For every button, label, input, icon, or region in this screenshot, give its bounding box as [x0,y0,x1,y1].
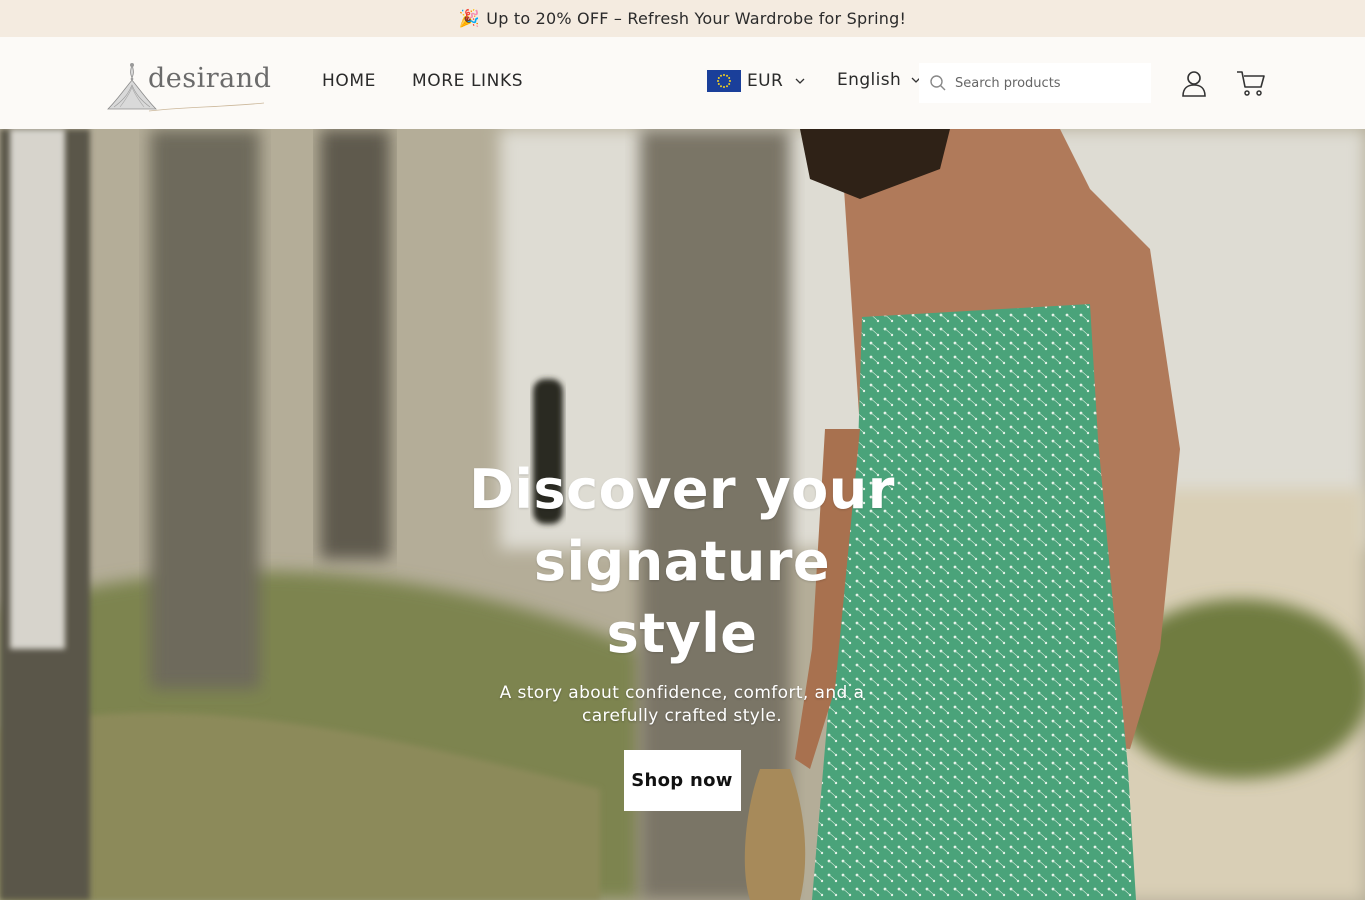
hero-title: Discover your signature style [452,454,912,670]
search-input[interactable] [955,75,1145,91]
user-icon [1182,71,1206,97]
eu-flag-icon [707,70,741,92]
logo-text: desirand [148,63,272,94]
hero-title-line-1: Discover your [469,458,895,521]
search-box [919,63,1151,103]
site-header: desirand HOME MORE LINKS EUR English [0,37,1365,129]
currency-selector[interactable]: EUR [707,70,805,92]
nav-more-links[interactable]: MORE LINKS [412,71,523,91]
search-icon[interactable] [929,74,947,92]
currency-label: EUR [747,71,784,91]
main-nav: HOME MORE LINKS [322,71,523,91]
party-popper-icon: 🎉 [458,8,481,29]
chevron-down-icon [795,78,805,84]
language-label: English [837,70,902,90]
announcement-text: Up to 20% OFF – Refresh Your Wardrobe fo… [486,9,907,28]
cart-icon [1237,71,1265,96]
hero-content: Discover your signature style A story ab… [452,454,912,811]
nav-home-link[interactable]: HOME [322,71,376,91]
hero-title-line-2: signature style [533,530,831,665]
logo[interactable]: desirand [104,57,271,113]
hero-banner: Discover your signature style A story ab… [0,129,1365,900]
announcement-bar: 🎉 Up to 20% OFF – Refresh Your Wardrobe … [0,0,1365,37]
shop-now-button[interactable]: Shop now [623,750,741,811]
hero-subtitle: A story about confidence, comfort, and a… [499,683,865,726]
language-selector[interactable]: English [837,70,921,90]
account-button[interactable] [1180,69,1208,97]
cart-button[interactable] [1236,69,1266,97]
